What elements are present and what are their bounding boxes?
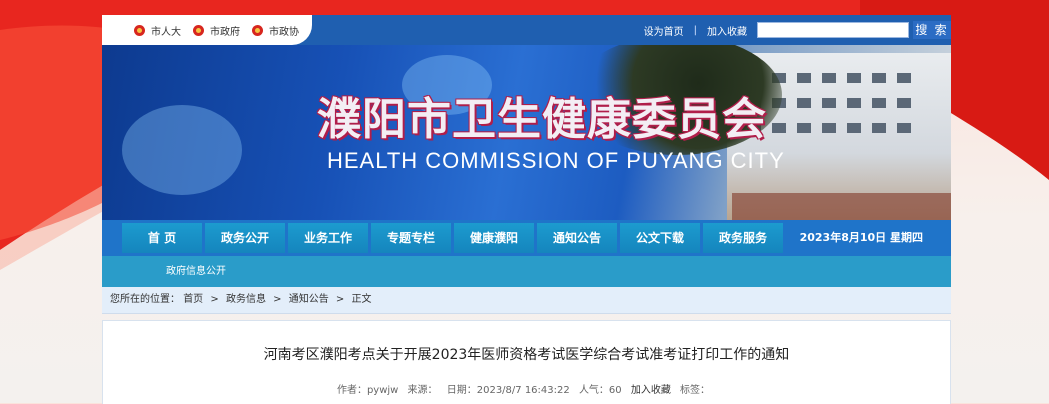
window [822, 73, 836, 83]
window [822, 98, 836, 108]
link-label: 市人大 [151, 26, 181, 38]
breadcrumb-gov-info[interactable]: 政务信息 [226, 294, 266, 305]
link-zhengfu[interactable]: 市政府 [193, 23, 240, 38]
meta-author: 作者：pywjw [336, 385, 399, 396]
top-right-tools: 设为首页 | 加入收藏 搜 索 [644, 15, 951, 45]
window [872, 73, 886, 83]
window [797, 98, 811, 108]
emblem-icon [134, 24, 145, 36]
link-label: 市政府 [210, 26, 240, 38]
article-title: 河南考区濮阳考点关于开展2023年医师资格考试医学综合考试准考证打印工作的通知 [263, 347, 790, 363]
breadcrumb-sep: > [210, 294, 219, 305]
page-container: 市人大 市政府 市政协 设为首页 | 加入收藏 搜 索 濮阳市卫生健康委员会 H… [102, 15, 951, 404]
nav-downloads[interactable]: 公文下载 [620, 223, 700, 253]
set-home-link[interactable]: 设为首页 [644, 23, 684, 38]
link-label: 市政协 [269, 26, 299, 38]
window [897, 123, 911, 133]
meta-source: 来源： [407, 385, 438, 396]
meta-views: 人气：60 [578, 385, 622, 396]
search-button[interactable]: 搜 索 [913, 21, 951, 39]
nav-notices[interactable]: 通知公告 [537, 223, 617, 253]
article-panel: 河南考区濮阳考点关于开展2023年医师资格考试医学综合考试准考证打印工作的通知 … [102, 320, 951, 404]
link-renda[interactable]: 市人大 [134, 23, 181, 38]
window [797, 123, 811, 133]
breadcrumb: 您所在的位置： 首页 > 政务信息 > 通知公告 > 正文 [102, 287, 951, 314]
nav-business[interactable]: 业务工作 [288, 223, 368, 253]
add-favorite-link[interactable]: 加入收藏 [631, 385, 671, 396]
sub-nav: 政府信息公开 [102, 256, 951, 287]
article-meta: 作者：pywjw 来源： 日期：2023/8/7 16:43:22 人气：60 … [103, 381, 950, 396]
window [847, 73, 861, 83]
window [847, 98, 861, 108]
site-title: 濮阳市卫生健康委员会 [317, 94, 767, 145]
breadcrumb-current: 正文 [351, 294, 372, 305]
breadcrumb-home[interactable]: 首页 [183, 294, 203, 305]
top-bar: 市人大 市政府 市政协 设为首页 | 加入收藏 搜 索 [102, 15, 951, 45]
subnav-gov-info[interactable]: 政府信息公开 [166, 266, 226, 277]
top-links: 市人大 市政府 市政协 [102, 15, 312, 45]
window [847, 123, 861, 133]
window [872, 98, 886, 108]
window [797, 73, 811, 83]
link-zhengxie[interactable]: 市政协 [252, 23, 299, 38]
meta-date: 日期：2023/8/7 16:43:22 [446, 385, 570, 396]
window [897, 98, 911, 108]
nav-gov-affairs[interactable]: 政务公开 [205, 223, 285, 253]
current-date: 2023年8月10日 星期四 [799, 231, 923, 244]
add-favorite-link[interactable]: 加入收藏 [707, 23, 747, 38]
nav-special-topics[interactable]: 专题专栏 [371, 223, 451, 253]
window [872, 123, 886, 133]
search-input[interactable] [757, 22, 909, 38]
banner-light [122, 105, 242, 195]
nav-healthy-puyang[interactable]: 健康濮阳 [454, 223, 534, 253]
nav-services[interactable]: 政务服务 [703, 223, 783, 253]
site-subtitle: HEALTH COMMISSION OF PUYANG CITY [327, 148, 785, 173]
cppcc-emblem-icon [252, 24, 263, 36]
breadcrumb-sep: > [273, 294, 282, 305]
header-banner: 濮阳市卫生健康委员会 HEALTH COMMISSION OF PUYANG C… [102, 45, 951, 220]
breadcrumb-sep: > [335, 294, 345, 305]
separator: | [693, 24, 697, 36]
main-nav: 首 页 政务公开 业务工作 专题专栏 健康濮阳 通知公告 公文下载 政务服务 2… [102, 220, 951, 256]
window [822, 123, 836, 133]
breadcrumb-notices[interactable]: 通知公告 [289, 294, 329, 305]
window [897, 73, 911, 83]
nav-home[interactable]: 首 页 [122, 223, 202, 253]
building-base [732, 193, 951, 220]
window [772, 123, 786, 133]
emblem-icon [193, 24, 204, 36]
breadcrumb-prefix: 您所在的位置： [110, 294, 180, 305]
meta-tags: 标签： [680, 385, 711, 396]
